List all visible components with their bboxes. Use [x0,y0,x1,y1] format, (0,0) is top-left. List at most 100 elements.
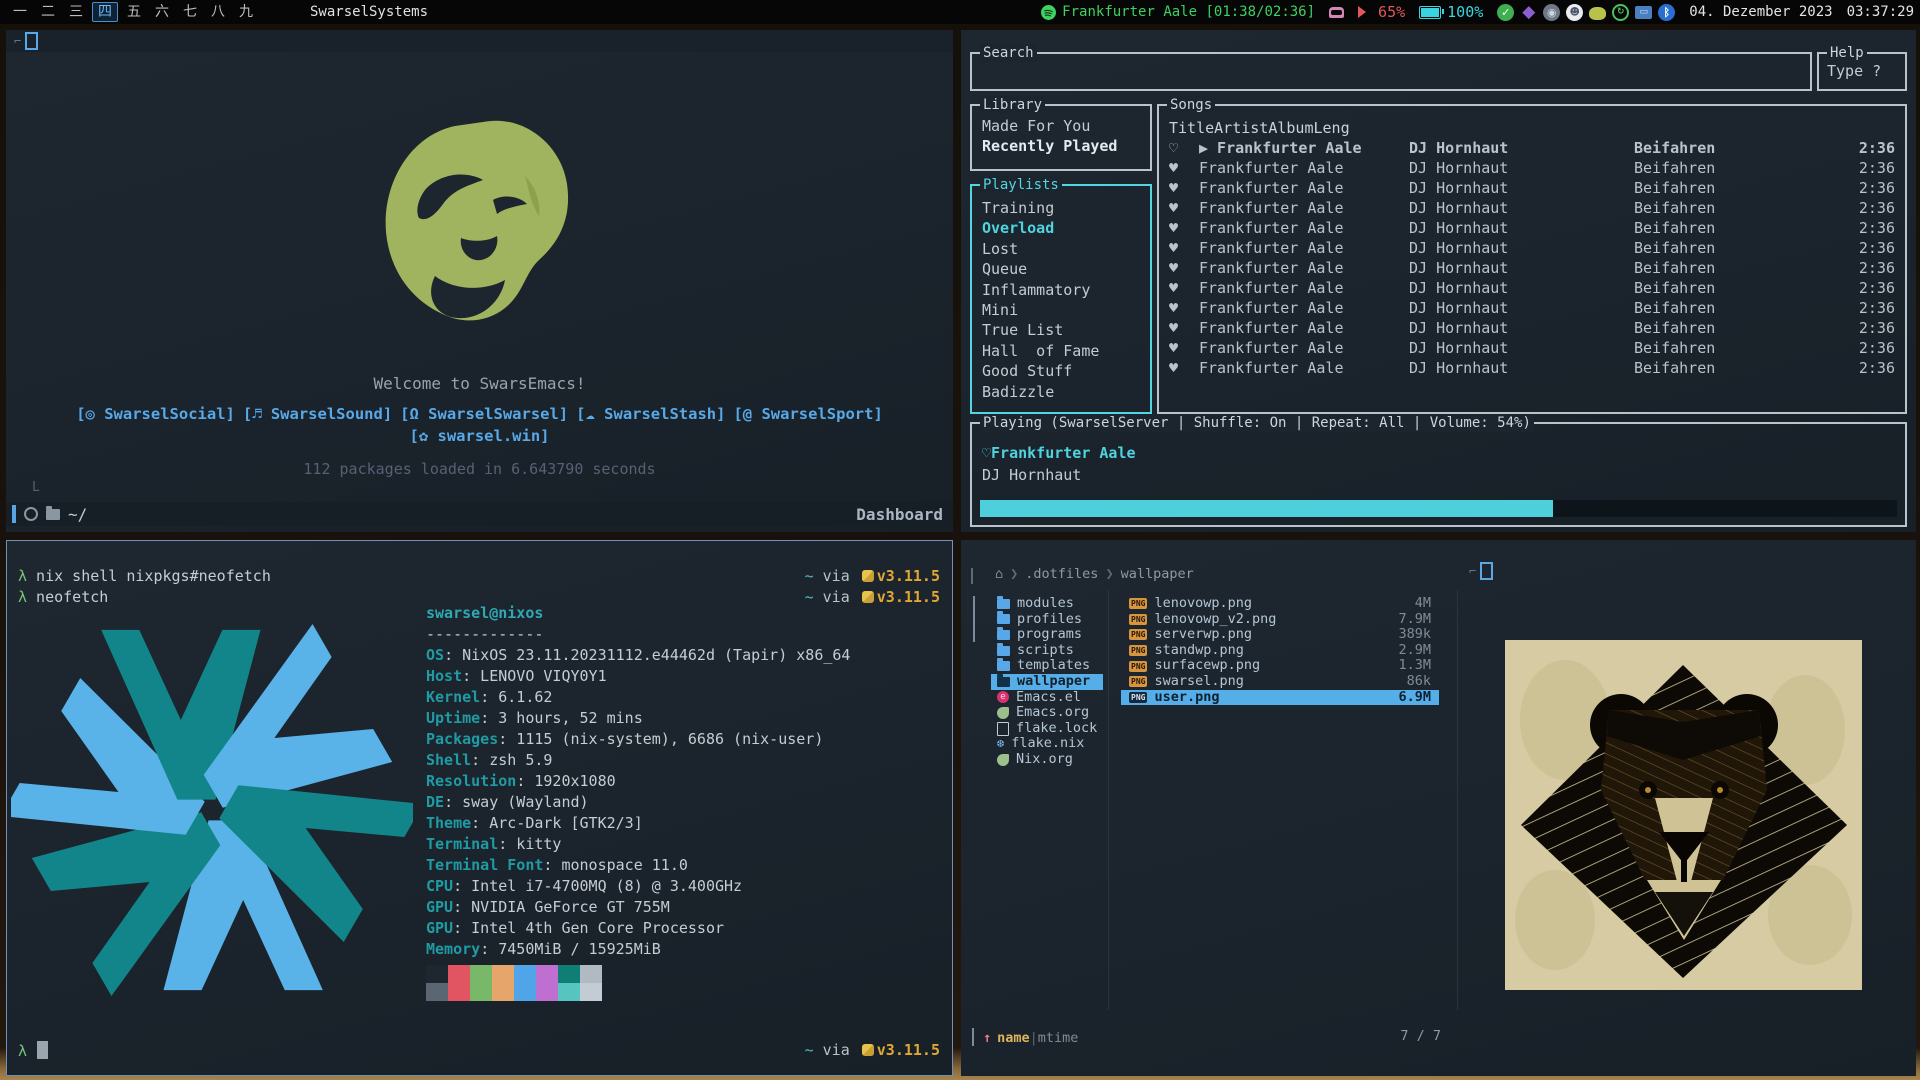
workspace-button[interactable]: 一 [8,2,32,22]
breadcrumb-part[interactable]: wallpaper [1121,566,1194,582]
workspace-button[interactable]: 二 [36,2,60,22]
songs-header-album[interactable]: Album [1268,118,1313,138]
workspace-button[interactable]: 七 [178,2,202,22]
directory-item[interactable]: scripts [991,643,1103,659]
directory-item[interactable]: ❆flake.nix [991,736,1103,752]
song-row[interactable]: ♥Frankfurter AaleDJ HornhautBeifahren2:3… [1159,358,1905,378]
directory-item[interactable]: flake.lock [991,721,1103,737]
dashboard-link-swarselsport[interactable]: [@ SwarselSport] [733,405,882,423]
songs-header-title[interactable]: Title [1169,118,1214,138]
sort-secondary[interactable]: mtime [1038,1030,1079,1046]
song-row[interactable]: ♥Frankfurter AaleDJ HornhautBeifahren2:3… [1159,338,1905,358]
battery-widget[interactable]: 100% [1419,3,1483,21]
playlist-item[interactable]: Good Stuff [972,361,1150,381]
song-heart-icon[interactable]: ♥ [1169,238,1199,258]
syncthing-tray-icon[interactable]: ↻ [1612,4,1629,21]
file-row[interactable]: PNGstandwp.png2.9M [1121,643,1439,659]
workspace-button[interactable]: 八 [206,2,230,22]
song-row[interactable]: ♥Frankfurter AaleDJ HornhautBeifahren2:3… [1159,178,1905,198]
turtle-tray-icon[interactable] [1589,7,1606,20]
songs-header-length[interactable]: Leng [1314,118,1350,138]
song-row[interactable]: ♥Frankfurter AaleDJ HornhautBeifahren2:3… [1159,198,1905,218]
playlist-item[interactable]: Queue [972,259,1150,279]
playlist-item[interactable]: Badizzle [972,382,1150,402]
song-heart-icon[interactable]: ♥ [1169,358,1199,378]
playlist-item[interactable]: Overload [972,218,1150,238]
checkmark-tray-icon[interactable]: ✓ [1497,4,1514,21]
songs-header-artist[interactable]: Artist [1214,118,1268,138]
display-tray-icon[interactable]: ▭ [1635,6,1652,19]
file-row[interactable]: PNGsurfacewp.png1.3M [1121,658,1439,674]
dashboard-link-swarselsound[interactable]: [♬ SwarselSound] [243,405,392,423]
workspace-button[interactable]: 六 [150,2,174,22]
song-heart-icon[interactable]: ♡ [1169,138,1199,158]
directory-item[interactable]: profiles [991,612,1103,628]
directory-item[interactable]: programs [991,627,1103,643]
sort-direction-arrow[interactable]: ↑ [983,1030,991,1046]
song-heart-icon[interactable]: ♥ [1169,318,1199,338]
song-row[interactable]: ♥Frankfurter AaleDJ HornhautBeifahren2:3… [1159,238,1905,258]
terminal-window[interactable]: λ nix shell nixpkgs#neofetch ~ via v3.11… [6,540,953,1076]
file-row[interactable]: PNGlenovowp.png4M [1121,596,1439,612]
song-row[interactable]: ♥Frankfurter AaleDJ HornhautBeifahren2:3… [1159,298,1905,318]
directory-item[interactable]: eEmacs.el [991,690,1103,706]
breadcrumb-part[interactable]: ⌂ [995,566,1003,582]
dashboard-link-site[interactable]: [✿ swarsel.win] [410,427,550,445]
emacs-tab-bar[interactable]: ⌐ [6,30,953,52]
playlist-item[interactable]: True List [972,320,1150,340]
workspace-button[interactable]: 九 [234,2,258,22]
dashboard-link-swarselsocial[interactable]: [◎ SwarselSocial] [76,405,235,423]
playback-progress-bar[interactable] [980,500,1897,517]
battery-icon [1419,6,1441,19]
discord-tray-icon[interactable]: ☻ [1566,4,1583,21]
playlist-item[interactable]: Lost [972,239,1150,259]
song-heart-icon[interactable]: ♥ [1169,158,1199,178]
breadcrumb-part[interactable]: .dotfiles [1025,566,1098,582]
workspace-button[interactable]: 五 [122,2,146,22]
directory-item[interactable]: Nix.org [991,752,1103,768]
shell-prompt[interactable]: λ [18,1041,48,1060]
dashboard-link-swarselswarsel[interactable]: [Ω SwarselSwarsel] [400,405,568,423]
tab-indicator[interactable]: ⌐ [1469,562,1493,580]
playlist-item[interactable]: Inflammatory [972,280,1150,300]
file-row[interactable]: PNGswarsel.png86k [1121,674,1439,690]
playlist-item[interactable]: Mini [972,300,1150,320]
song-row[interactable]: ♥Frankfurter AaleDJ HornhautBeifahren2:3… [1159,278,1905,298]
gem-tray-icon[interactable]: ◆ [1520,4,1537,21]
directory-item[interactable]: templates [991,658,1103,674]
sort-primary[interactable]: name [997,1030,1030,1046]
song-heart-icon[interactable]: ♥ [1169,198,1199,218]
now-playing-widget[interactable]: Frankfurter Aale [01:38/02:36] [1041,4,1315,20]
file-row[interactable]: PNGuser.png6.9M [1121,690,1439,706]
playlist-item[interactable]: Training [972,198,1150,218]
workspace-button[interactable]: 四 [92,2,118,22]
song-heart-icon[interactable]: ♥ [1169,338,1199,358]
volume-widget[interactable]: 65% [1358,3,1405,21]
song-heart-icon[interactable]: ♥ [1169,218,1199,238]
library-item[interactable]: Made For You [972,116,1150,136]
playlist-item[interactable]: Hall of Fame [972,341,1150,361]
file-row[interactable]: PNGlenovowp_v2.png7.9M [1121,612,1439,628]
workspace-button[interactable]: 三 [64,2,88,22]
song-row[interactable]: ♥Frankfurter AaleDJ HornhautBeifahren2:3… [1159,158,1905,178]
bluetooth-tray-icon[interactable]: ᛒ [1658,4,1675,21]
song-row[interactable]: ♡▶ Frankfurter AaleDJ HornhautBeifahren2… [1159,138,1905,158]
dashboard-link-swarselstash[interactable]: [☁ SwarselStash] [576,405,725,423]
file-row[interactable]: PNGserverwp.png389k [1121,627,1439,643]
song-heart-icon[interactable]: ♥ [1169,178,1199,198]
song-row[interactable]: ♥Frankfurter AaleDJ HornhautBeifahren2:3… [1159,218,1905,238]
steam-tray-icon[interactable]: ◉ [1543,4,1560,21]
directory-item[interactable]: Emacs.org [991,705,1103,721]
scrollbar-thumb[interactable] [973,596,975,642]
directory-item[interactable]: wallpaper [991,674,1103,690]
library-item[interactable]: Recently Played [972,136,1150,156]
search-input[interactable] [976,58,1806,85]
song-row[interactable]: ♥Frankfurter AaleDJ HornhautBeifahren2:3… [1159,318,1905,338]
kitty-tray-icon[interactable] [1329,7,1344,18]
breadcrumb[interactable]: ⌂❯.dotfiles❯wallpaper [995,566,1194,582]
song-row[interactable]: ♥Frankfurter AaleDJ HornhautBeifahren2:3… [1159,258,1905,278]
song-heart-icon[interactable]: ♥ [1169,298,1199,318]
song-heart-icon[interactable]: ♥ [1169,258,1199,278]
song-heart-icon[interactable]: ♥ [1169,278,1199,298]
directory-item[interactable]: modules [991,596,1103,612]
